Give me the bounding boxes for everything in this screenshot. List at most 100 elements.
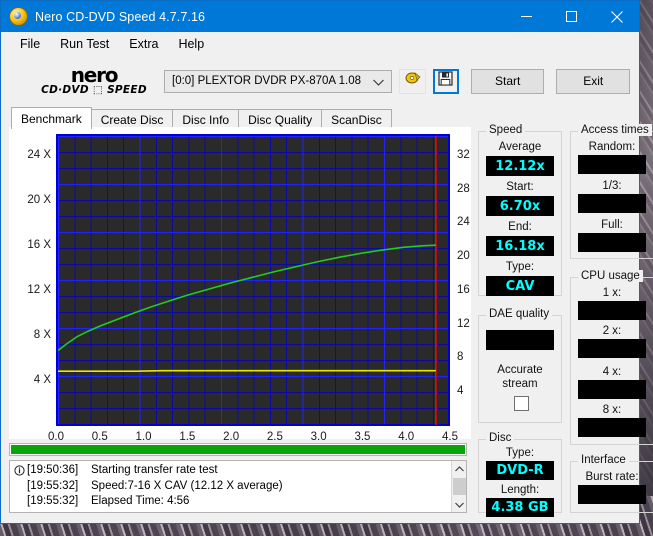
- tab-disc-info[interactable]: Disc Info: [172, 109, 240, 129]
- accurate-stream-checkbox[interactable]: [514, 396, 529, 411]
- cpu-1x-label: 1 x:: [602, 287, 622, 299]
- chevron-down-icon: [373, 77, 385, 89]
- cpu-usage-panel: CPU usage 1 x: 2 x: 4 x: 8 x:: [570, 270, 653, 445]
- chart-y-tick-right: 8: [457, 351, 464, 364]
- logo-subtitle: CD·DVD ⬚ SPEED: [24, 84, 164, 96]
- cpu-2x-label: 2 x:: [602, 325, 622, 337]
- chevron-up-icon[interactable]: [454, 462, 464, 475]
- maximize-icon[interactable]: [549, 1, 594, 32]
- nero-logo: nero CD·DVD ⬚ SPEED: [10, 63, 164, 96]
- menu-item-help[interactable]: Help: [169, 35, 213, 53]
- log-lines: [19:50:36] Starting transfer rate test [19…: [10, 461, 451, 512]
- logo-cd-dvd-text: CD·DVD: [41, 84, 89, 96]
- cpu-8x-label: 8 x:: [602, 404, 622, 416]
- dae-quality-panel: DAE quality Accurate stream: [478, 308, 562, 423]
- cpu-4x-value: [578, 380, 646, 399]
- chart-y-tick-left: 8 X: [33, 329, 51, 342]
- speed-end-value: 16.18x: [486, 236, 554, 256]
- burst-rate-value: [578, 485, 646, 504]
- tab-create-disc[interactable]: Create Disc: [90, 109, 174, 129]
- chart-y-tick-left: 4 X: [33, 374, 51, 387]
- cpu-1x-value: [578, 301, 646, 320]
- log-line: [19:55:32] Speed:7-16 X CAV (12.12 X aver…: [12, 479, 451, 495]
- progress-bar-fill: [11, 445, 465, 454]
- chart-y-tick-right: 24: [457, 216, 470, 229]
- speed-start-label: Start:: [506, 181, 534, 193]
- log-message: Elapsed Time: 4:56: [91, 495, 190, 507]
- access-one-third-label: 1/3:: [602, 180, 622, 192]
- chevron-down-icon[interactable]: [454, 498, 464, 511]
- disc-eject-button[interactable]: [399, 68, 426, 94]
- start-button[interactable]: Start: [470, 68, 545, 94]
- nero-disc-icon: [9, 7, 28, 26]
- logo-nero-text: nero: [70, 63, 119, 87]
- drive-select[interactable]: [0:0] PLEXTOR DVDR PX-870A 1.08: [164, 69, 393, 93]
- toolbar: nero CD·DVD ⬚ SPEED [0:0] PLEXTOR DVDR P…: [1, 57, 639, 105]
- close-icon[interactable]: [594, 1, 639, 32]
- access-times-panel-title: Access times: [578, 124, 652, 136]
- chart-x-tick: 4.0: [398, 431, 415, 443]
- speed-panel: Speed Average 12.12x Start: 6.70x End: 1…: [478, 124, 562, 296]
- log-panel: [19:50:36] Starting transfer rate test [19…: [9, 460, 467, 513]
- access-one-third-value: [578, 194, 646, 213]
- cpu-usage-panel-title: CPU usage: [578, 270, 643, 282]
- tab-benchmark[interactable]: Benchmark: [11, 107, 92, 129]
- interface-panel: Interface Burst rate:: [570, 454, 653, 513]
- menu-item-file[interactable]: File: [11, 35, 49, 53]
- logo-slash-icon: ⬚: [92, 84, 104, 96]
- accurate-stream-label-line2: stream: [502, 378, 538, 390]
- chart-x-tick: 1.0: [135, 431, 152, 443]
- dae-quality-value: [486, 330, 554, 350]
- log-message: Starting transfer rate test: [91, 464, 218, 476]
- access-full-value: [578, 233, 646, 252]
- disc-length-label: Length:: [500, 484, 540, 496]
- log-line: [19:55:32] Elapsed Time: 4:56: [12, 494, 451, 510]
- chart-x-tick: 3.0: [310, 431, 327, 443]
- access-random-value: [578, 155, 646, 174]
- log-message: Speed:7-16 X CAV (12.12 X average): [91, 479, 283, 492]
- cpu-4x-label: 4 x:: [602, 366, 622, 378]
- floppy-save-icon: [438, 71, 453, 91]
- disc-panel: Disc Type: DVD-R Length: 4.38 GB: [478, 432, 562, 517]
- cpu-2x-value: [578, 339, 646, 358]
- exit-button[interactable]: Exit: [556, 68, 630, 94]
- chart-y-tick-right: 4: [457, 385, 464, 398]
- window-controls: [504, 1, 639, 32]
- cpu-8x-value: [578, 418, 646, 437]
- menu-item-extra[interactable]: Extra: [120, 35, 167, 53]
- save-button[interactable]: [432, 68, 459, 94]
- disc-eject-icon: [404, 71, 421, 91]
- menu-item-run-test[interactable]: Run Test: [51, 35, 118, 53]
- chart-y-tick-right: 20: [457, 250, 470, 263]
- chart-series-svg: [58, 136, 437, 426]
- progress-bar: [9, 443, 467, 456]
- log-timestamp: [19:55:32]: [27, 479, 79, 492]
- minimize-icon[interactable]: [504, 1, 549, 32]
- speed-type-value: CAV: [486, 276, 554, 296]
- window-title: Nero CD-DVD Speed 4.7.7.16: [35, 9, 206, 24]
- disc-type-value: DVD-R: [486, 461, 554, 480]
- log-timestamp: [19:55:32]: [27, 495, 79, 507]
- content-area: 24 X 20 X 16 X 12 X 8 X 4 X 32 28 24 20 16 12 8 4 0.…: [9, 124, 653, 517]
- speed-average-value: 12.12x: [486, 156, 554, 176]
- chart-x-tick: 1.5: [179, 431, 196, 443]
- burst-rate-label: Burst rate:: [585, 471, 639, 483]
- logo-speed-text: SPEED: [107, 84, 147, 96]
- tab-strip: Benchmark Create Disc Disc Info Disc Qua…: [11, 107, 639, 129]
- chart-y-tick-left: 20 X: [27, 194, 51, 207]
- chart-y-tick-left: 12 X: [27, 284, 51, 297]
- chart-y-tick-right: 28: [457, 182, 470, 195]
- log-scrollbar[interactable]: [451, 461, 466, 512]
- chart-y-tick-right: 12: [457, 317, 470, 330]
- disc-panel-title: Disc: [486, 432, 515, 444]
- tab-disc-quality[interactable]: Disc Quality: [238, 109, 323, 129]
- dae-quality-panel-title: DAE quality: [486, 308, 553, 320]
- chart-y-tick-left: 24 X: [27, 149, 51, 162]
- access-full-label: Full:: [601, 219, 623, 231]
- chart-x-tick: 4.5: [442, 431, 458, 443]
- speed-type-label: Type:: [505, 261, 535, 273]
- scrollbar-thumb[interactable]: [452, 478, 466, 495]
- tab-scandisc[interactable]: ScanDisc: [321, 109, 392, 129]
- speed-end-label: End:: [508, 221, 532, 233]
- chart-x-tick: 0.5: [91, 431, 108, 443]
